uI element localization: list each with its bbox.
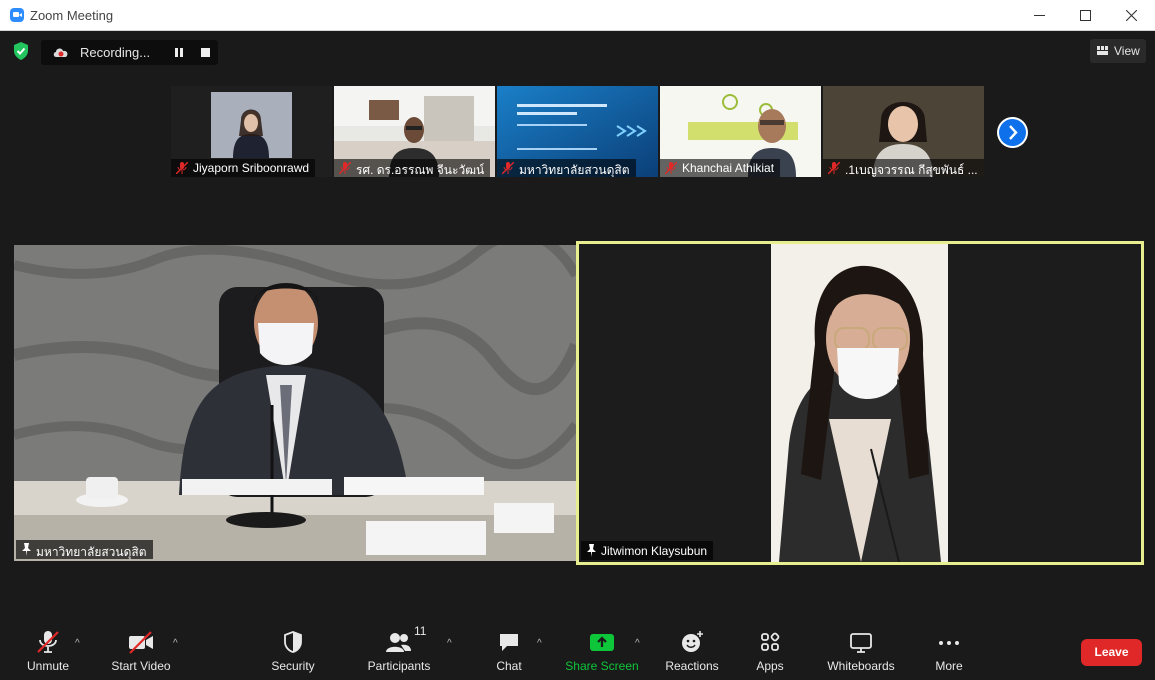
pause-recording-button[interactable] (172, 47, 186, 59)
participant-video (14, 245, 576, 561)
participant-thumbnail[interactable]: รศ. ดร.อรรณพ จีนะวัฒน์ (334, 86, 495, 177)
muted-mic-icon (339, 162, 351, 174)
thumbnail-name-bar: Jiyaporn Sriboonrawd (171, 159, 316, 177)
tile-name: Jitwimon Klaysubun (601, 544, 708, 558)
thumbnail-name: Khanchai Athikiat (682, 161, 775, 175)
participant-thumbnail[interactable]: มหาวิทยาลัยสวนดุสิต (497, 86, 658, 177)
recording-label: Recording... (80, 45, 151, 60)
chat-button[interactable]: Chat (491, 630, 527, 676)
thumbnail-name: Jiyaporn Sriboonrawd (193, 161, 310, 175)
view-button[interactable]: View (1090, 39, 1146, 63)
more-button[interactable]: More (931, 630, 967, 676)
muted-mic-icon (37, 631, 59, 653)
participant-video (579, 244, 1141, 562)
thumbnail-name: รศ. ดร.อรรณพ จีนะวัฒน์ (356, 163, 485, 177)
muted-mic-icon (828, 162, 840, 174)
close-window-button[interactable] (1108, 0, 1154, 31)
window-title: Zoom Meeting (30, 8, 114, 23)
thumbnail-name: มหาวิทยาลัยสวนดุสิต (519, 163, 630, 177)
participant-thumbnail[interactable]: Jiyaporn Sriboonrawd (171, 86, 332, 177)
leave-button[interactable]: Leave (1081, 639, 1142, 666)
maximize-button[interactable] (1062, 0, 1108, 31)
close-icon (1125, 10, 1137, 21)
reactions-button[interactable]: Reactions (663, 630, 721, 676)
window-titlebar: Zoom Meeting (0, 0, 1155, 31)
participants-icon (386, 633, 411, 652)
video-off-icon (129, 631, 153, 654)
more-dots-icon (939, 641, 959, 645)
grid-view-icon (1097, 46, 1108, 55)
participants-count: 11 (414, 624, 427, 638)
reactions-smiley-icon (682, 631, 703, 652)
participants-label: Participants (367, 659, 431, 673)
next-page-button[interactable] (997, 117, 1028, 148)
audio-options-caret[interactable]: ^ (75, 638, 80, 649)
start-video-label: Start Video (111, 659, 171, 673)
whiteboard-icon (850, 633, 872, 653)
minimize-icon (1033, 14, 1045, 16)
recording-indicator: Recording... (41, 40, 218, 65)
thumbnail-name-bar: รศ. ดร.อรรณพ จีนะวัฒน์ (334, 159, 491, 177)
security-label: Security (271, 659, 315, 673)
thumbnail-name-bar: มหาวิทยาลัยสวนดุสิต (497, 159, 636, 177)
security-button[interactable]: Security (267, 630, 319, 676)
tile-name-bar: มหาวิทยาลัยสวนดุสิต (16, 540, 153, 559)
chat-options-caret[interactable]: ^ (537, 638, 542, 649)
meeting-toolbar: Unmute ^ Start Video ^ Security Particip… (1, 620, 1154, 679)
whiteboards-label: Whiteboards (827, 659, 895, 673)
share-screen-button[interactable]: Share Screen (565, 630, 639, 676)
muted-mic-icon (665, 162, 677, 174)
chat-label: Chat (496, 659, 522, 673)
chat-icon (500, 634, 518, 651)
chevron-right-icon (1009, 125, 1018, 140)
muted-mic-icon (502, 162, 514, 174)
unmute-label: Unmute (26, 659, 70, 673)
start-video-button[interactable]: Start Video (107, 630, 175, 676)
share-screen-icon (590, 634, 614, 651)
video-tile-right-active-speaker[interactable]: Jitwimon Klaysubun (576, 241, 1144, 565)
whiteboards-button[interactable]: Whiteboards (823, 630, 899, 676)
participant-thumbnail[interactable]: Khanchai Athikiat (660, 86, 821, 177)
shield-check-icon[interactable] (12, 41, 30, 61)
meeting-area: Recording... View Jiyaporn Sriboonrawd ร… (1, 31, 1154, 679)
tile-name-bar: Jitwimon Klaysubun (581, 541, 714, 560)
thumbnail-name-bar: Khanchai Athikiat (660, 159, 781, 177)
view-label: View (1114, 44, 1140, 58)
pin-icon (22, 543, 31, 556)
apps-icon (761, 632, 780, 651)
zoom-app-icon (10, 8, 24, 22)
unmute-button[interactable]: Unmute (23, 630, 73, 676)
video-options-caret[interactable]: ^ (173, 638, 178, 649)
share-screen-label: Share Screen (565, 659, 639, 673)
cloud-record-icon (53, 48, 68, 57)
participants-options-caret[interactable]: ^ (447, 638, 452, 649)
more-label: More (935, 659, 963, 673)
thumbnail-name-bar: .1เบญจวรรณ กีสุขพันธ์ ... (823, 159, 984, 177)
tile-name: มหาวิทยาลัยสวนดุสิต (36, 545, 147, 559)
muted-mic-icon (176, 162, 188, 174)
security-shield-icon (284, 631, 302, 653)
apps-label: Apps (756, 659, 784, 673)
minimize-button[interactable] (1016, 0, 1062, 31)
reactions-label: Reactions (665, 659, 719, 673)
pin-icon (587, 544, 596, 557)
video-tile-left[interactable]: มหาวิทยาลัยสวนดุสิต (14, 245, 576, 561)
participant-thumbnail[interactable]: .1เบญจวรรณ กีสุขพันธ์ ... (823, 86, 984, 177)
maximize-icon (1079, 10, 1091, 21)
share-options-caret[interactable]: ^ (635, 638, 640, 649)
apps-button[interactable]: Apps (753, 630, 787, 676)
thumbnail-name: .1เบญจวรรณ กีสุขพันธ์ ... (845, 163, 978, 177)
stop-recording-button[interactable] (201, 48, 210, 57)
